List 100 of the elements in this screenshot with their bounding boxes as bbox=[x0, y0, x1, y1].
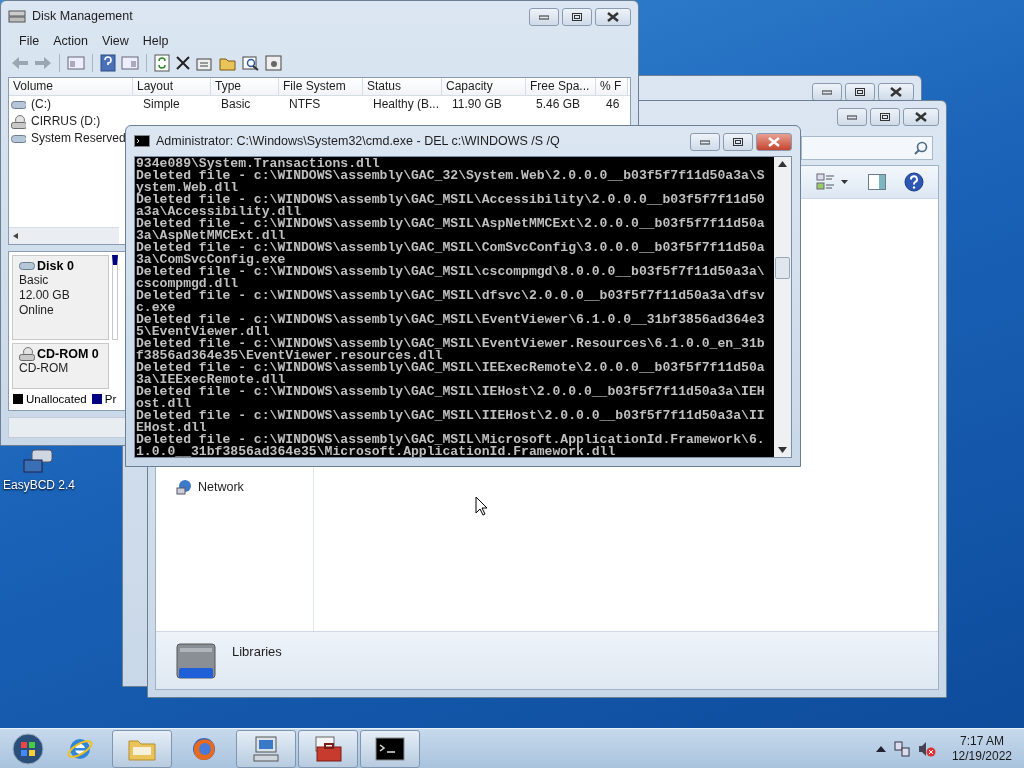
console-line: Deleted file - c:\WINDOWS\assembly\GAC_MSIL\IEExecRemote\2.0.0.0__b03f5f7f11d50a bbox=[136, 362, 766, 374]
volume-muted-icon[interactable] bbox=[917, 740, 936, 757]
taskbar-button[interactable] bbox=[298, 729, 358, 768]
table-cell-text: NTFS bbox=[288, 96, 322, 114]
disk-label-panel[interactable]: Disk 0 Basic 12.00 GB Online bbox=[12, 254, 109, 340]
console-icon bbox=[375, 736, 405, 761]
console-line: 3a\IEExecRemote.dll bbox=[136, 374, 286, 386]
column-header[interactable]: % F bbox=[596, 78, 628, 96]
nav-item[interactable]: Network bbox=[176, 479, 313, 495]
delete-icon[interactable] bbox=[175, 54, 191, 71]
menu-item[interactable]: Help bbox=[135, 33, 176, 48]
clock-date: 12/19/2022 bbox=[951, 748, 1012, 764]
clock[interactable]: 7:17 AM 12/19/2022 bbox=[951, 733, 1012, 764]
console-line: Deleted file - c:\WINDOWS\assembly\GAC_MSIL\EventViewer.Resources\6.1.0.0_en_31b bbox=[136, 338, 766, 350]
disk-info: Online bbox=[19, 302, 55, 318]
search-icon bbox=[914, 141, 928, 155]
legend-label: Unallocated bbox=[26, 393, 87, 406]
libraries-icon bbox=[176, 640, 216, 680]
console-line: Deleted file - c:\WINDOWS\assembly\GAC_MSIL\Accessibility\2.0.0.0__b03f5f7f11d50 bbox=[136, 194, 766, 206]
magnifier-icon[interactable] bbox=[242, 54, 260, 71]
table-cell-text: CIRRUS (D:) bbox=[30, 113, 102, 131]
console-line: ystem.Web.dll bbox=[136, 182, 240, 194]
console-line: Deleted file - c:\WINDOWS\assembly\GAC_MSIL\AspNetMMCExt\2.0.0.0__b03f5f7f11d50a bbox=[136, 218, 766, 230]
console-line: Deleted file - c:\WINDOWS\assembly\GAC_MSIL\Microsoft.ApplicationId.Framework\6. bbox=[136, 434, 766, 446]
disk-name: CD-ROM 0 bbox=[37, 346, 99, 361]
search-field[interactable] bbox=[801, 136, 933, 160]
console-line: Deleted file - c:\WINDOWS\assembly\GAC_MSIL\EventViewer\6.1.0.0__31bf3856ad364e3 bbox=[136, 314, 766, 326]
table-cell-text: System Reserved bbox=[30, 130, 127, 148]
table-cell-text: Simple bbox=[142, 96, 181, 114]
close-button[interactable] bbox=[903, 108, 939, 126]
cd-drive-icon bbox=[19, 346, 35, 361]
column-header[interactable]: Layout bbox=[133, 78, 211, 96]
column-header[interactable]: Status bbox=[363, 78, 442, 96]
console-line: ost.dll bbox=[136, 398, 192, 410]
maximize-button[interactable] bbox=[723, 133, 753, 151]
console-icon bbox=[134, 135, 150, 147]
table-cell-text: (C:) bbox=[30, 96, 52, 114]
maximize-button[interactable] bbox=[562, 8, 592, 26]
network-icon bbox=[176, 479, 192, 495]
disk-app-icon bbox=[8, 8, 26, 24]
help-icon[interactable] bbox=[904, 172, 924, 192]
console-line: Deleted file - c:\WINDOWS\assembly\GAC_MSIL\cscompmgd\8.0.0.0__b03f5f7f11d50a3a\ bbox=[136, 266, 766, 278]
view-options-icon[interactable] bbox=[816, 173, 850, 191]
menu-item[interactable]: Action bbox=[46, 33, 95, 48]
close-icon bbox=[607, 12, 619, 22]
details-title: Libraries bbox=[232, 644, 282, 659]
disk-info: Basic bbox=[19, 272, 50, 288]
scroll-thumb[interactable] bbox=[775, 257, 790, 279]
scrollbar[interactable] bbox=[9, 226, 119, 244]
scroll-down-icon[interactable] bbox=[778, 447, 787, 453]
column-header[interactable]: Type bbox=[211, 78, 279, 96]
refresh-icon[interactable] bbox=[154, 53, 170, 72]
scrollbar[interactable] bbox=[774, 157, 791, 457]
console-line: Deleted file - c:\WINDOWS\assembly\GAC_MSIL\ComSvcConfig\3.0.0.0__b03f5f7f11d50a bbox=[136, 242, 766, 254]
close-button[interactable] bbox=[756, 133, 792, 151]
window-title: Disk Management bbox=[32, 9, 134, 23]
maximize-icon bbox=[733, 138, 743, 146]
console-line: 934e089\System.Transactions.dll bbox=[136, 158, 380, 170]
close-button[interactable] bbox=[595, 8, 631, 26]
maximize-icon bbox=[880, 113, 890, 121]
column-header[interactable]: Free Spa... bbox=[526, 78, 596, 96]
close-button[interactable] bbox=[878, 83, 914, 101]
minimize-icon bbox=[700, 139, 710, 145]
menu-item[interactable]: File bbox=[12, 33, 47, 48]
desktop-icon-label[interactable]: EasyBCD 2.4 bbox=[3, 478, 75, 492]
table-cell-text: 46 bbox=[605, 96, 621, 114]
console-line: c.exe bbox=[136, 302, 176, 314]
column-header[interactable]: Volume bbox=[9, 78, 133, 96]
console-line: Deleted file - c:\WINDOWS\assembly\GAC_MSIL\IEHost\2.0.0.0__b03f5f7f11d50a3a\IEH bbox=[136, 386, 766, 398]
console-line: EHost.dll bbox=[136, 422, 207, 434]
console-line: 1.0.0__31bf3856ad364e35\Microsoft.ApplicationId.Framework.dll bbox=[136, 446, 616, 457]
minimize-button[interactable] bbox=[812, 83, 842, 101]
preview-pane-icon[interactable] bbox=[868, 174, 886, 190]
table-cell-text: Healthy (B... bbox=[372, 96, 441, 114]
table-cell-text: Basic bbox=[220, 96, 252, 114]
maximize-icon bbox=[855, 88, 865, 96]
toolbox-icon bbox=[313, 734, 343, 763]
show-hidden-icons-icon[interactable] bbox=[875, 745, 886, 752]
maximize-button[interactable] bbox=[845, 83, 875, 101]
maximize-icon bbox=[572, 13, 582, 21]
column-header[interactable]: File System bbox=[279, 78, 363, 96]
drive-icon bbox=[11, 133, 26, 144]
drive-icon bbox=[11, 99, 26, 110]
console-line: Deleted file - c:\WINDOWS\assembly\GAC_MSIL\dfsvc\2.0.0.0__b03f5f7f11d50a3a\dfsv bbox=[136, 290, 766, 302]
console-line: Deleted file - c:\WINDOWS\assembly\GAC_MSIL\IIEHost\2.0.0.0__b03f5f7f11d50a3a\II bbox=[136, 410, 766, 422]
table-cell-text: 5.46 GB bbox=[535, 96, 582, 114]
console-line: 5\EventViewer.dll bbox=[136, 326, 270, 338]
maximize-button[interactable] bbox=[870, 108, 900, 126]
help-icon[interactable] bbox=[100, 53, 116, 72]
window-title: Administrator: C:\Windows\System32\cmd.exe - DEL c:\WINDOWS /S /Q bbox=[156, 134, 561, 148]
minimize-icon bbox=[822, 89, 832, 95]
disk-info: 12.00 GB bbox=[19, 287, 71, 303]
minimize-icon bbox=[847, 114, 857, 120]
disk-label-panel[interactable]: CD-ROM 0 CD-ROM bbox=[12, 342, 109, 389]
taskbar-button[interactable] bbox=[360, 729, 420, 768]
menu-item[interactable]: View bbox=[94, 33, 136, 48]
mouse-cursor-icon bbox=[475, 496, 488, 516]
network-icon[interactable] bbox=[893, 740, 910, 757]
console-line: a3a\Accessibility.dll bbox=[136, 206, 301, 218]
column-header[interactable]: Capacity bbox=[442, 78, 526, 96]
